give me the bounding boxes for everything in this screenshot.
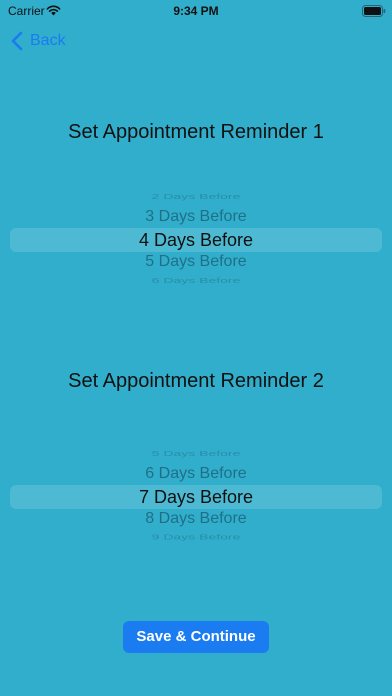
reminder1-picker[interactable]: 2 Days Before 3 Days Before 4 Days Befor… bbox=[0, 192, 392, 288]
picker-row-selected[interactable]: 4 Days Before bbox=[0, 230, 392, 251]
reminder2-title: Set Appointment Reminder 2 bbox=[68, 370, 324, 392]
battery-icon bbox=[362, 5, 386, 17]
picker-row[interactable]: 2 Days Before bbox=[0, 192, 392, 200]
status-bar: Carrier 9:34 PM bbox=[0, 0, 392, 22]
picker-row[interactable]: 3 Days Before bbox=[0, 208, 392, 226]
chevron-left-icon bbox=[11, 31, 23, 51]
back-button[interactable]: Back bbox=[10, 28, 66, 54]
reminder2-picker[interactable]: 5 Days Before 6 Days Before 7 Days Befor… bbox=[0, 449, 392, 545]
status-time: 9:34 PM bbox=[173, 4, 219, 18]
picker-row[interactable]: 6 Days Before bbox=[0, 465, 392, 483]
picker-row[interactable]: 5 Days Before bbox=[0, 253, 392, 271]
picker-row[interactable]: 9 Days Before bbox=[0, 533, 392, 542]
picker-row[interactable]: 6 Days Before bbox=[0, 276, 392, 285]
picker-row-selected[interactable]: 7 Days Before bbox=[0, 487, 392, 508]
back-label: Back bbox=[30, 32, 66, 49]
save-continue-button[interactable]: Save & Continue bbox=[123, 621, 269, 653]
reminder1-title: Set Appointment Reminder 1 bbox=[68, 121, 324, 143]
picker-row[interactable]: 5 Days Before bbox=[0, 449, 392, 457]
picker-row[interactable]: 8 Days Before bbox=[0, 510, 392, 528]
